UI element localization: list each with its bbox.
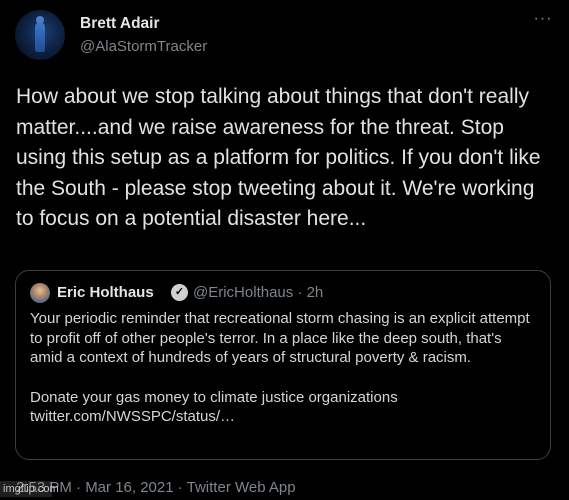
watermark: imgflip.com <box>0 481 59 497</box>
tweet-text: How about we stop talking about things t… <box>16 85 541 230</box>
author-handle[interactable]: @AlaStormTracker <box>80 38 207 55</box>
quoted-paragraph-2: Donate your gas money to climate justice… <box>30 388 398 426</box>
author-display-name[interactable]: Brett Adair <box>80 15 160 33</box>
quoted-author-avatar[interactable] <box>30 283 50 303</box>
tweet-header: Brett Adair @AlaStormTracker ··· <box>15 10 555 70</box>
quoted-author-handle-time: @EricHolthaus · 2h <box>193 284 324 301</box>
ellipsis-icon[interactable]: ··· <box>533 11 553 32</box>
quoted-paragraph-1: Your periodic reminder that recreational… <box>30 310 530 366</box>
tweet-card: Brett Adair @AlaStormTracker ··· How abo… <box>0 0 569 500</box>
quoted-author-name[interactable]: Eric Holthaus <box>57 284 154 301</box>
verified-badge-icon: ✓ <box>171 284 188 301</box>
quoted-tweet-text: Your periodic reminder that recreational… <box>30 309 535 427</box>
author-avatar[interactable] <box>15 10 65 60</box>
quoted-tweet[interactable]: Eric Holthaus ✓ @EricHolthaus · 2h Your … <box>15 270 551 460</box>
avatar-figure-body <box>35 22 45 52</box>
quoted-tweet-header: Eric Holthaus ✓ @EricHolthaus · 2h <box>30 283 530 305</box>
